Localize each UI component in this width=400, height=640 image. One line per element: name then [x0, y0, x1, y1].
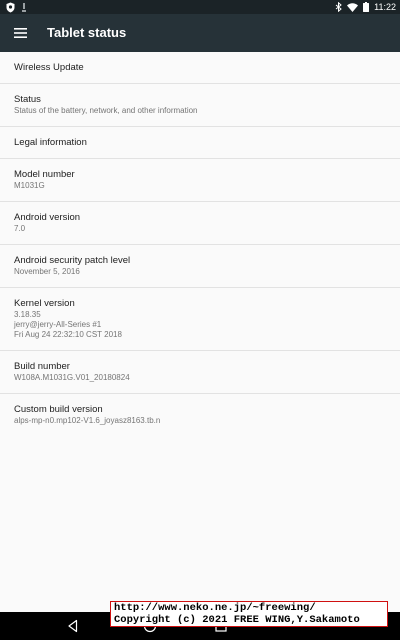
wifi-icon	[347, 2, 359, 12]
item-title: Model number	[14, 169, 75, 180]
item-title: Custom build version	[14, 404, 103, 415]
item-value-line: 3.18.35	[14, 310, 41, 319]
page-title: Tablet status	[47, 25, 127, 40]
item-value: W108A.M1031G.V01_20180824	[14, 373, 130, 382]
status-time: 11:22	[374, 2, 396, 12]
build-number-item[interactable]: Build number W108A.M1031G.V01_20180824	[0, 351, 400, 394]
security-patch-item: Android security patch level November 5,…	[0, 245, 400, 288]
model-number-item: Model number M1031G	[0, 159, 400, 202]
toolbar: Tablet status	[0, 14, 400, 52]
item-value: M1031G	[14, 181, 45, 190]
status-right-icons: 11:22	[335, 0, 396, 14]
shield-icon	[6, 2, 15, 12]
wireless-update-item[interactable]: Wireless Update	[0, 52, 400, 84]
item-value-line: Fri Aug 24 22:32:10 CST 2018	[14, 330, 122, 339]
status-item[interactable]: Status Status of the battery, network, a…	[0, 84, 400, 127]
watermark-copyright: Copyright (c) 2021 FREE WING,Y.Sakamoto	[114, 614, 360, 626]
kernel-version-item: Kernel version 3.18.35 jerry@jerry-All-S…	[0, 288, 400, 351]
item-value: alps-mp-n0.mp102-V1.6_joyasz8163.tb.n	[14, 416, 161, 425]
bluetooth-icon	[335, 2, 342, 12]
item-title: Legal information	[14, 137, 87, 148]
item-title: Build number	[14, 361, 70, 372]
android-version-item[interactable]: Android version 7.0	[0, 202, 400, 245]
back-icon[interactable]	[66, 619, 80, 633]
battery-icon	[363, 2, 370, 12]
item-title: Android version	[14, 212, 81, 223]
watermark-url: http://www.neko.ne.jp/~freewing/	[114, 602, 316, 614]
watermark: http://www.neko.ne.jp/~freewing/ Copyrig…	[110, 601, 388, 627]
item-title: Status	[14, 94, 41, 105]
custom-build-version-item: Custom build version alps-mp-n0.mp102-V1…	[0, 394, 400, 437]
hamburger-menu-icon[interactable]	[14, 26, 28, 40]
item-value-line: jerry@jerry-All-Series #1	[14, 320, 102, 329]
legal-information-item[interactable]: Legal information	[0, 127, 400, 159]
settings-list: Wireless Update Status Status of the bat…	[0, 52, 400, 437]
item-title: Android security patch level	[14, 255, 131, 266]
item-value: November 5, 2016	[14, 267, 80, 276]
item-value: 7.0	[14, 224, 26, 233]
item-title: Kernel version	[14, 298, 75, 309]
notification-icon	[22, 2, 26, 12]
item-title: Wireless Update	[14, 62, 84, 73]
status-left-icons	[6, 1, 27, 13]
item-subtitle: Status of the battery, network, and othe…	[14, 106, 198, 115]
status-bar: 11:22	[0, 0, 400, 14]
